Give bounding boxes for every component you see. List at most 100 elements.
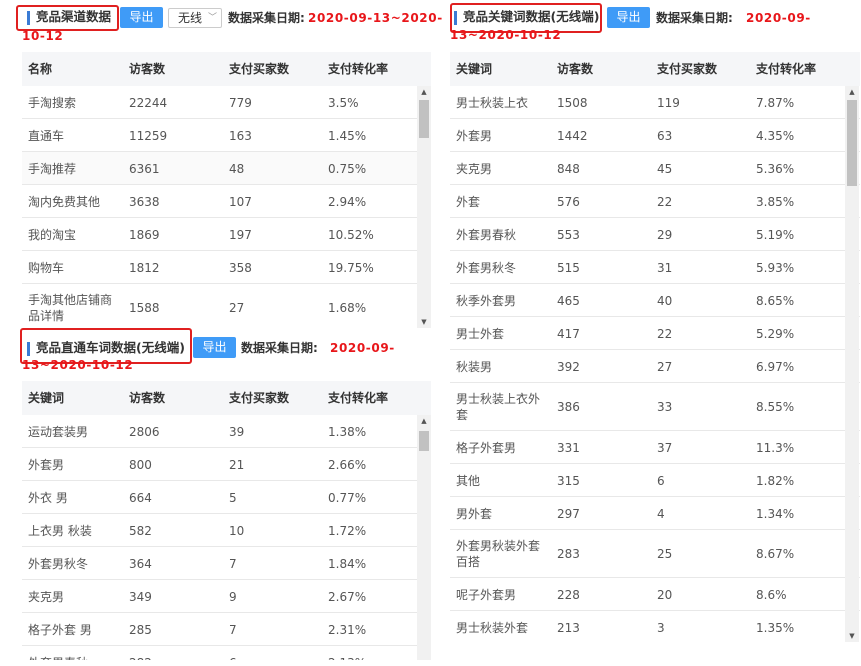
name-cell: 外套男秋冬 [456, 260, 517, 275]
table-row[interactable]: 夹克男 349 9 2.67% [22, 580, 431, 613]
name-cell: 夹克男 [456, 161, 493, 176]
table-row[interactable]: 夹克男 848 45 5.36% [450, 152, 860, 185]
table-row[interactable]: 运动套装男 2806 39 1.38% [22, 415, 431, 448]
table-row[interactable]: 格子外套男 331 37 11.3% [450, 431, 860, 464]
table-row[interactable]: 外套男 1442 63 4.35% [450, 119, 860, 152]
table-row[interactable]: 秋季外套男 465 40 8.65% [450, 284, 860, 317]
name-cell: 男士秋装上衣外套 [456, 392, 541, 422]
visitors-cell: 1442 [557, 128, 588, 143]
col-header-conversion: 支付转化率 [328, 62, 389, 76]
name-cell: 外套男秋装外套百搭 [456, 539, 541, 569]
conversion-cell: 1.34% [756, 506, 795, 521]
name-cell: 运动套装男 [28, 424, 89, 439]
table-row[interactable]: 男士秋装上衣外套 386 33 8.55% [450, 383, 860, 431]
scroll-up-arrow-icon[interactable]: ▲ [845, 86, 859, 98]
buyers-cell: 40 [657, 293, 673, 308]
col-header-visitors: 访客数 [557, 62, 594, 76]
col-header-buyers: 支付买家数 [657, 62, 718, 76]
ztc-scroll-thumb[interactable] [419, 431, 429, 451]
table-row[interactable]: 我的淘宝 1869 197 10.52% [22, 218, 431, 251]
table-row[interactable]: 其他 315 6 1.82% [450, 464, 860, 497]
visitors-cell: 283 [557, 547, 580, 561]
visitors-cell: 3638 [129, 194, 160, 209]
name-cell: 外衣 男 [28, 490, 68, 505]
conversion-cell: 8.55% [756, 400, 795, 414]
visitors-cell: 1812 [129, 260, 160, 275]
ztc-export-button[interactable]: 导出 [193, 337, 236, 358]
buyers-cell: 197 [229, 227, 252, 242]
name-cell: 外套 [456, 194, 481, 209]
table-row[interactable]: 外套男春秋 553 29 5.19% [450, 218, 860, 251]
buyers-cell: 22 [657, 326, 673, 341]
table-row[interactable]: 外套 576 22 3.85% [450, 185, 860, 218]
buyers-cell: 37 [657, 440, 673, 455]
channel-table: 名称 访客数 支付买家数 支付转化率 手淘搜索 22244 779 3.5% 直通车 11… [22, 52, 431, 328]
channel-scroll-thumb[interactable] [419, 100, 429, 138]
channel-export-button[interactable]: 导出 [120, 7, 163, 28]
visitors-cell: 848 [557, 161, 580, 176]
table-row[interactable]: 呢子外套男 228 20 8.6% [450, 578, 860, 611]
buyers-cell: 779 [229, 95, 252, 110]
visitors-cell: 331 [557, 440, 580, 455]
table-row[interactable]: 外套男秋冬 364 7 1.84% [22, 547, 431, 580]
table-row[interactable]: 手淘搜索 22244 779 3.5% [22, 86, 431, 119]
table-row[interactable]: 淘内免费其他 3638 107 2.94% [22, 185, 431, 218]
table-row[interactable]: 上衣男 秋装 582 10 1.72% [22, 514, 431, 547]
scroll-up-arrow-icon[interactable]: ▲ [417, 86, 431, 98]
name-cell: 外套男春秋 [28, 655, 116, 661]
buyers-cell: 10 [229, 523, 245, 538]
visitors-cell: 297 [557, 506, 580, 521]
keyword-scroll-thumb[interactable] [847, 100, 857, 186]
name-cell: 外套男 [456, 128, 493, 143]
keyword-table-header: 关键词 访客数 支付买家数 支付转化率 [450, 52, 860, 86]
name-cell: 格子外套男 [456, 440, 517, 455]
visitors-cell: 515 [557, 260, 580, 275]
keyword-scrollbar[interactable]: ▲ ▼ [845, 86, 859, 642]
table-row[interactable]: 直通车 11259 163 1.45% [22, 119, 431, 152]
visitors-cell: 553 [557, 227, 580, 242]
table-row[interactable]: 外套男春秋 282 6 2.13% [22, 646, 431, 660]
keyword-date-range-line2: 13~2020-10-12 [450, 28, 562, 42]
scroll-down-arrow-icon[interactable]: ▼ [845, 630, 859, 642]
buyers-cell: 7 [229, 556, 237, 571]
conversion-cell: 8.6% [756, 587, 787, 602]
buyers-cell: 6 [229, 655, 237, 661]
table-row[interactable]: 购物车 1812 358 19.75% [22, 251, 431, 284]
table-row[interactable]: 秋装男 392 27 6.97% [450, 350, 860, 383]
visitors-cell: 800 [129, 457, 152, 472]
buyers-cell: 107 [229, 194, 252, 209]
table-row[interactable]: 男士外套 417 22 5.29% [450, 317, 860, 350]
table-row[interactable]: 格子外套 男 285 7 2.31% [22, 613, 431, 646]
conversion-cell: 3.5% [328, 95, 359, 110]
channel-date-range-line1: 2020-09-13~2020- [308, 11, 443, 25]
table-row[interactable]: 男外套 297 4 1.34% [450, 497, 860, 530]
name-cell: 手淘其他店铺商品详情 [28, 293, 113, 323]
table-row[interactable]: 外衣 男 664 5 0.77% [22, 481, 431, 514]
table-row[interactable]: 男士秋装外套 213 3 1.35% [450, 611, 860, 642]
table-row[interactable]: 外套男秋冬 515 31 5.93% [450, 251, 860, 284]
visitors-cell: 1869 [129, 227, 160, 242]
ztc-scrollbar[interactable]: ▲ [417, 415, 431, 660]
keyword-date-range-line1: 2020-09- [746, 11, 811, 25]
ztc-title: 竞品直通车词数据(无线端) [36, 340, 185, 355]
buyers-cell: 39 [229, 424, 245, 439]
conversion-cell: 1.45% [328, 128, 367, 143]
table-row[interactable]: 男士秋装上衣 1508 119 7.87% [450, 86, 860, 119]
name-cell: 外套男 [28, 457, 65, 472]
channel-terminal-select[interactable]: 无线 ﹀ [168, 8, 222, 28]
channel-terminal-select-value: 无线 [178, 11, 203, 25]
table-row[interactable]: 手淘推荐 6361 48 0.75% [22, 152, 431, 185]
visitors-cell: 465 [557, 293, 580, 308]
table-row[interactable]: 手淘其他店铺商品详情 1588 27 1.68% [22, 284, 431, 328]
keyword-export-button[interactable]: 导出 [607, 7, 650, 28]
table-row[interactable]: 外套男 800 21 2.66% [22, 448, 431, 481]
name-cell: 秋季外套男 [456, 293, 517, 308]
conversion-cell: 0.77% [328, 490, 367, 505]
buyers-cell: 358 [229, 260, 252, 275]
col-header-visitors: 访客数 [129, 391, 166, 405]
channel-scrollbar[interactable]: ▲ ▼ [417, 86, 431, 328]
buyers-cell: 163 [229, 128, 252, 143]
visitors-cell: 228 [557, 587, 580, 602]
scroll-up-arrow-icon[interactable]: ▲ [417, 415, 431, 427]
table-row[interactable]: 外套男秋装外套百搭 283 25 8.67% [450, 530, 860, 578]
